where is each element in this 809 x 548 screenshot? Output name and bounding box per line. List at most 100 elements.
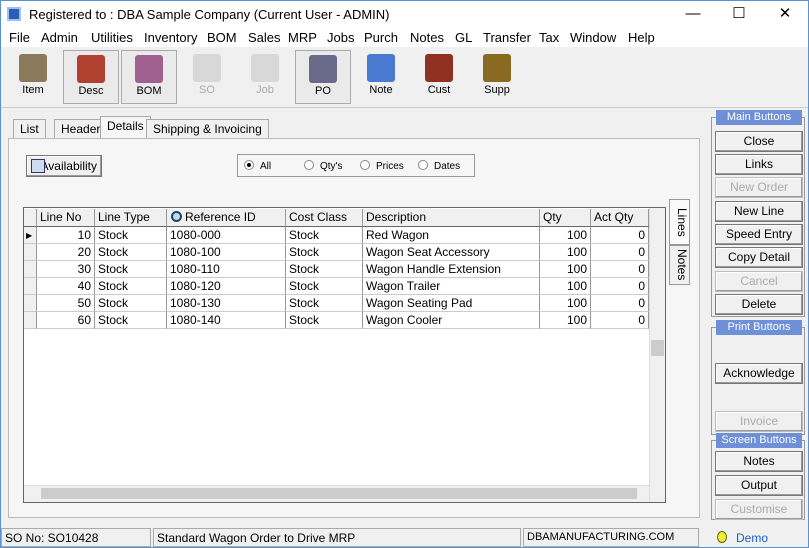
menu-help[interactable]: Help [628,30,655,45]
copy-detail-button[interactable]: Copy Detail [715,247,803,268]
menu-utilities[interactable]: Utilities [91,30,133,45]
menu-notes[interactable]: Notes [410,30,444,45]
menu-bom[interactable]: BOM [207,30,237,45]
grid-cell[interactable]: Stock [286,227,363,244]
row-selector-current[interactable]: ▶ [24,227,37,244]
menu-transfer[interactable]: Transfer [483,30,531,45]
grid-cell[interactable]: Stock [95,244,167,261]
grid-cell[interactable]: Red Wagon [363,227,540,244]
grid-cell[interactable]: 100 [540,312,591,329]
grid-cell[interactable]: 0 [591,244,649,261]
acknowledge-button[interactable]: Acknowledge [715,363,803,384]
grid-cell[interactable]: Stock [95,227,167,244]
close-window-button[interactable]: ✕ [763,3,807,27]
speed-entry-button[interactable]: Speed Entry [715,224,803,245]
row-selector[interactable] [24,278,37,295]
row-selector[interactable] [24,312,37,329]
horizontal-scrollbar-thumb[interactable] [41,488,637,499]
grid-cell[interactable]: Wagon Seat Accessory [363,244,540,261]
menu-jobs[interactable]: Jobs [327,30,354,45]
column-header-line-no[interactable]: Line No [37,209,95,227]
grid-cell[interactable]: Stock [286,261,363,278]
menu-window[interactable]: Window [570,30,616,45]
radio-dates[interactable]: Dates [418,160,460,172]
tab-details[interactable]: Details [100,116,151,139]
column-header-act-qty[interactable]: Act Qty [591,209,649,227]
radio-prices[interactable]: Prices [360,160,404,172]
radio-circle[interactable] [244,160,254,170]
column-header-description[interactable]: Description [363,209,540,227]
demo-label[interactable]: Demo [736,531,768,545]
grid-cell[interactable]: Stock [95,261,167,278]
row-selector[interactable] [24,261,37,278]
grid-cell[interactable]: Stock [95,278,167,295]
toolbar-job-button[interactable]: Job [237,50,293,104]
grid-cell[interactable]: 1080-130 [167,295,286,312]
toolbar-po-button[interactable]: PO [295,50,351,104]
toolbar-note-button[interactable]: Note [353,50,409,104]
grid-cell[interactable]: 1080-140 [167,312,286,329]
app-icon[interactable] [7,7,21,21]
toolbar-so-button[interactable]: SO [179,50,235,104]
grid-cell[interactable]: Stock [95,312,167,329]
menu-mrp[interactable]: MRP [288,30,317,45]
cancel-button[interactable]: Cancel [715,271,803,292]
grid-cell[interactable]: Stock [286,312,363,329]
column-header-cost-class[interactable]: Cost Class [286,209,363,227]
menu-gl[interactable]: GL [455,30,472,45]
output-button[interactable]: Output [715,475,803,496]
grid-cell[interactable]: 0 [591,227,649,244]
toolbar-item-button[interactable]: Item [5,50,61,104]
grid-cell[interactable]: 40 [37,278,95,295]
links-button[interactable]: Links [715,154,803,175]
grid-cell[interactable]: Stock [95,295,167,312]
radio-circle[interactable] [360,160,370,170]
new-order-button[interactable]: New Order [715,177,803,198]
tab-notes-side[interactable]: Notes [669,245,690,285]
grid-cell[interactable]: 1080-110 [167,261,286,278]
grid-cell[interactable]: Stock [286,244,363,261]
toolbar-desc-button[interactable]: Desc [63,50,119,104]
column-header-qty[interactable]: Qty [540,209,591,227]
menu-inventory[interactable]: Inventory [144,30,197,45]
grid-cell[interactable]: 10 [37,227,95,244]
grid-cell[interactable]: 100 [540,244,591,261]
search-icon[interactable] [171,211,182,222]
grid-cell[interactable]: 100 [540,278,591,295]
grid-cell[interactable]: 1080-120 [167,278,286,295]
menu-file[interactable]: File [9,30,30,45]
grid-cell[interactable]: Stock [286,295,363,312]
grid-cell[interactable]: 60 [37,312,95,329]
invoice-button[interactable]: Invoice [715,411,803,432]
radio-circle[interactable] [418,160,428,170]
new-line-button[interactable]: New Line [715,201,803,222]
grid-cell[interactable]: 50 [37,295,95,312]
tab-lines[interactable]: Lines [669,199,690,245]
grid-cell[interactable]: 0 [591,295,649,312]
grid-cell[interactable]: 100 [540,261,591,278]
delete-button[interactable]: Delete [715,294,803,315]
column-header-reference-id[interactable]: Reference ID [167,209,286,227]
grid-cell[interactable]: Wagon Trailer [363,278,540,295]
menu-purch[interactable]: Purch [364,30,398,45]
radio-circle[interactable] [304,160,314,170]
grid-cell[interactable]: 100 [540,227,591,244]
grid-cell[interactable]: Wagon Cooler [363,312,540,329]
column-header-line-type[interactable]: Line Type [95,209,167,227]
customise-button[interactable]: Customise [715,499,803,520]
grid-cell[interactable]: 1080-100 [167,244,286,261]
close-button[interactable]: Close [715,131,803,152]
grid-cell[interactable]: 0 [591,261,649,278]
row-selector[interactable] [24,244,37,261]
grid-cell[interactable]: 30 [37,261,95,278]
menu-tax[interactable]: Tax [539,30,559,45]
scrollbar-thumb[interactable] [651,340,664,356]
tab-shipping-invoicing[interactable]: Shipping & Invoicing [146,119,269,138]
toolbar-bom-button[interactable]: BOM [121,50,177,104]
grid-cell[interactable]: 0 [591,312,649,329]
grid-cell[interactable]: 20 [37,244,95,261]
tab-list[interactable]: List [13,119,46,138]
notes-button[interactable]: Notes [715,451,803,472]
toolbar-cust-button[interactable]: Cust [411,50,467,104]
minimize-button[interactable]: — [671,3,715,27]
